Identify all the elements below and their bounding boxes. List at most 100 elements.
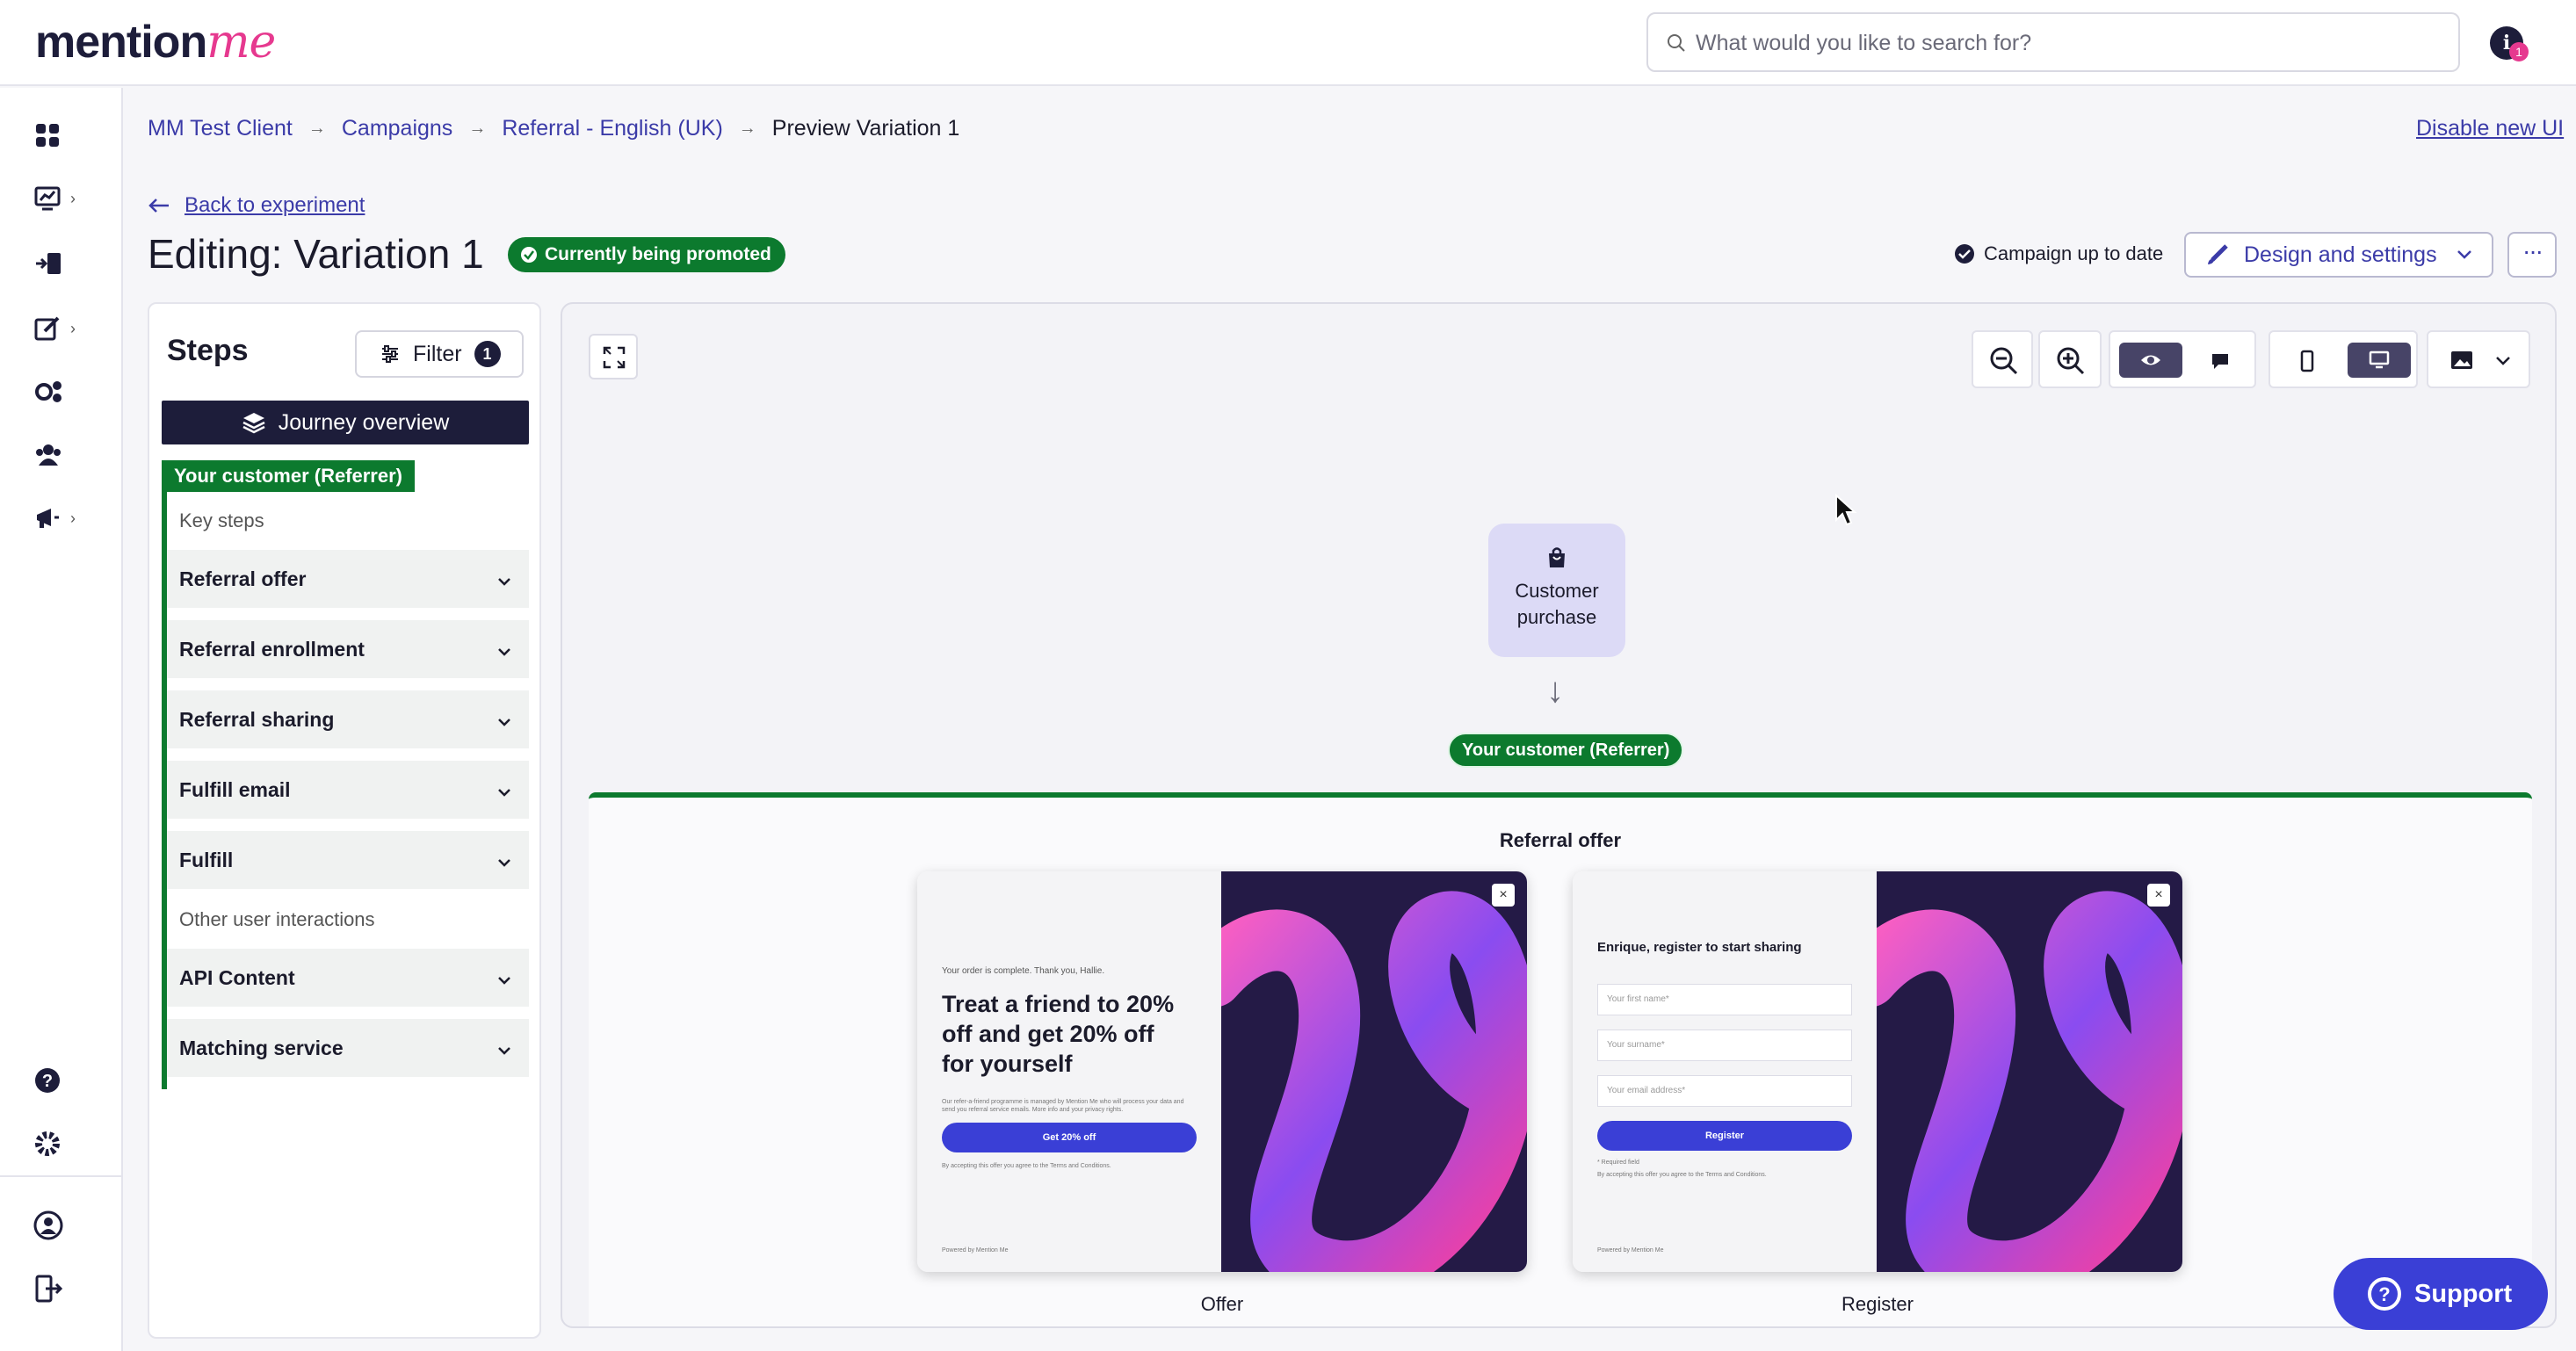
close-icon[interactable]: × (1492, 884, 1515, 907)
users-icon[interactable] (33, 437, 86, 476)
step-api-content[interactable]: API Content (167, 949, 529, 1007)
step-label: Referral sharing (179, 707, 335, 731)
offer-card-content: Your order is complete. Thank you, Halli… (917, 871, 1221, 1272)
first-name-field[interactable]: Your first name* (1597, 984, 1852, 1015)
arrow-right-icon: → (308, 119, 326, 138)
step-referral-offer[interactable]: Referral offer (167, 550, 529, 608)
comment-mode-button[interactable] (2191, 343, 2247, 378)
logo-accent: me (206, 16, 276, 69)
step-label: Referral enrollment (179, 637, 365, 661)
mobile-view-button[interactable] (2279, 343, 2335, 378)
step-fulfill[interactable]: Fulfill (167, 831, 529, 889)
settings-gears-icon[interactable] (33, 374, 86, 413)
step-referral-enrollment[interactable]: Referral enrollment (167, 620, 529, 678)
filter-count-badge: 1 (474, 341, 501, 367)
customer-purchase-node[interactable]: Customer purchase (1488, 524, 1625, 657)
breadcrumb: MM Test Client → Campaigns → Referral - … (148, 116, 959, 141)
svg-text:?: ? (42, 1072, 53, 1091)
settings-icon[interactable] (33, 1126, 86, 1165)
zoom-out-icon (1990, 347, 2018, 375)
arrow-right-icon: → (468, 119, 487, 138)
image-icon (2451, 351, 2472, 369)
offer-headline-1: Treat a friend to 20% (942, 991, 1175, 1017)
zoom-in-button[interactable] (2038, 330, 2102, 388)
breadcrumb-item-client[interactable]: MM Test Client (148, 116, 293, 141)
expand-icon (603, 346, 626, 369)
step-label: API Content (179, 965, 295, 989)
offer-headline-2: off and get 20% off (942, 1021, 1154, 1047)
close-icon[interactable]: × (2147, 884, 2170, 907)
edit-icon[interactable]: › (33, 311, 86, 350)
step-matching-service[interactable]: Matching service (167, 1019, 529, 1077)
check-circle-icon (521, 247, 537, 263)
arrow-down-icon: ↓ (1546, 671, 1564, 710)
mobile-icon (2300, 350, 2314, 372)
section-title: Referral offer (1499, 829, 1622, 851)
disable-new-ui-link[interactable]: Disable new UI (2416, 116, 2564, 141)
zoom-out-button[interactable] (1972, 330, 2033, 388)
left-nav-rail: › › › ? (0, 88, 123, 1351)
register-button[interactable]: Register (1597, 1121, 1852, 1151)
register-card-content: Enrique, register to start sharing Your … (1573, 871, 1877, 1272)
referrer-journey-pill: Your customer (Referrer) (1448, 733, 1684, 768)
get-offer-button[interactable]: Get 20% off (942, 1123, 1197, 1152)
desktop-view-button[interactable] (2348, 343, 2411, 378)
search-input[interactable] (1696, 26, 2434, 60)
breadcrumb-current: Preview Variation 1 (771, 116, 960, 141)
chevron-down-icon (497, 849, 511, 872)
journey-overview-button[interactable]: Journey overview (162, 401, 529, 444)
step-fulfill-email[interactable]: Fulfill email (167, 761, 529, 819)
offer-preview-card[interactable]: Your order is complete. Thank you, Halli… (917, 871, 1527, 1272)
campaign-megaphone-icon[interactable]: › (33, 501, 86, 539)
account-icon[interactable] (33, 1207, 86, 1246)
back-link-label: Back to experiment (185, 193, 365, 217)
more-options-button[interactable]: ··· (2507, 232, 2557, 278)
back-to-experiment-link[interactable]: Back to experiment (148, 193, 365, 218)
chevron-down-icon (2457, 250, 2471, 259)
arrow-left-icon (148, 199, 169, 213)
breadcrumb-item-campaigns[interactable]: Campaigns (342, 116, 452, 141)
expand-button[interactable] (589, 334, 638, 379)
step-referral-sharing[interactable]: Referral sharing (167, 690, 529, 748)
register-preview-card[interactable]: Enrique, register to start sharing Your … (1573, 871, 2182, 1272)
chevron-down-icon (497, 708, 511, 732)
chevron-down-icon (497, 966, 511, 990)
search-box[interactable] (1646, 12, 2460, 72)
sliders-icon (382, 345, 398, 363)
steps-list: Key steps Referral offer Referral enroll… (162, 492, 529, 1089)
help-icon: ? (2368, 1277, 2401, 1311)
zoom-in-icon (2057, 347, 2085, 375)
reports-icon[interactable]: › (33, 181, 86, 220)
shopping-bag-icon (1549, 547, 1565, 567)
comment-icon (2212, 354, 2228, 369)
logout-icon[interactable] (33, 1270, 86, 1309)
offer-terms: By accepting this offer you agree to the… (942, 1163, 1111, 1169)
eye-icon (2141, 355, 2160, 365)
brush-icon (2208, 244, 2228, 264)
chevron-right-icon: › (70, 320, 76, 337)
notification-count-badge: 1 (2509, 42, 2529, 61)
dashboard-icon[interactable] (33, 118, 86, 156)
design-and-settings-button[interactable]: Design and settings (2184, 232, 2493, 278)
mouse-cursor-icon (1835, 494, 1857, 526)
journey-canvas[interactable]: Customer purchase ↓ Your customer (Refer… (561, 302, 2557, 1328)
required-note: * Required field (1597, 1160, 1639, 1166)
surname-field[interactable]: Your surname* (1597, 1030, 1852, 1061)
design-button-label: Design and settings (2244, 242, 2437, 267)
register-heading: Enrique, register to start sharing (1597, 940, 1802, 955)
ribbon-artwork (1837, 871, 2182, 1272)
search-icon (1668, 34, 1685, 52)
referrer-tag: Your customer (Referrer) (162, 460, 415, 492)
ribbon-artwork (1182, 871, 1527, 1272)
help-icon[interactable]: ? (33, 1063, 86, 1102)
email-field[interactable]: Your email address* (1597, 1075, 1852, 1107)
chevron-right-icon: › (70, 509, 76, 527)
referrals-icon[interactable] (33, 246, 86, 285)
preview-mode-button[interactable] (2119, 343, 2182, 378)
svg-text:?: ? (2378, 1283, 2390, 1305)
breadcrumb-item-campaign[interactable]: Referral - English (UK) (502, 116, 722, 141)
mention-me-logo[interactable]: mentionme (35, 16, 276, 69)
image-options-dropdown[interactable] (2427, 330, 2530, 388)
support-button[interactable]: ? Support (2334, 1258, 2548, 1330)
filter-button[interactable]: Filter 1 (355, 330, 524, 378)
